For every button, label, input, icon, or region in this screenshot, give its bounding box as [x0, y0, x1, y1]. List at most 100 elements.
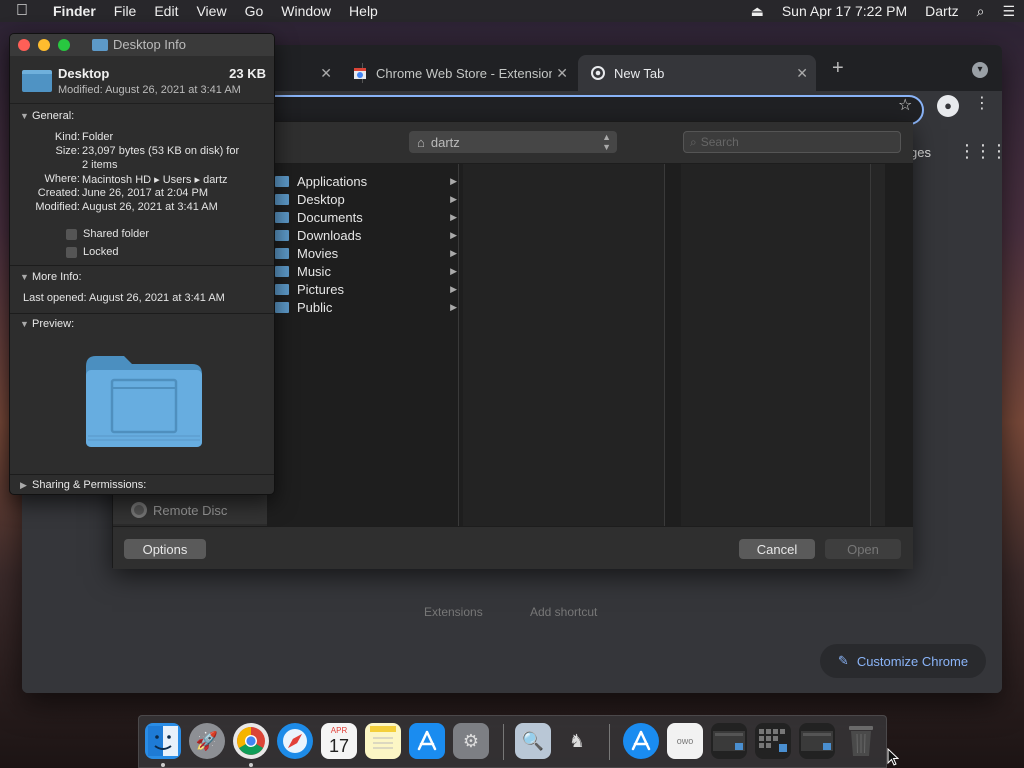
column-empty[interactable] — [463, 164, 665, 526]
menu-window[interactable]: Window — [272, 3, 340, 19]
sidebar-item-remote-disc[interactable]: Remote Disc — [131, 502, 227, 518]
folder-icon — [275, 211, 289, 223]
disclosure-down-icon: ▼ — [20, 111, 29, 121]
locked-checkbox[interactable]: Locked — [66, 246, 118, 258]
trash-icon[interactable] — [843, 723, 879, 759]
checkbox-box[interactable] — [66, 228, 77, 240]
menu-go[interactable]: Go — [236, 3, 273, 19]
menubar-user[interactable]: Dartz — [916, 3, 967, 19]
calendar-icon[interactable]: APR 17 — [321, 723, 357, 759]
list-item-music[interactable]: Music ▶ — [267, 262, 459, 280]
get-info-window: Desktop Info Desktop 23 KB Modified: Aug… — [9, 33, 275, 495]
where-label: Where: — [44, 173, 80, 185]
options-button[interactable]: Options — [124, 539, 206, 559]
section-general[interactable]: ▼ General: — [10, 107, 274, 125]
google-apps-icon[interactable]: ⋮⋮⋮ — [958, 141, 1002, 162]
eject-icon[interactable]: ⏏ — [742, 3, 773, 20]
calendar-day: 17 — [328, 736, 350, 756]
created-label: Created: — [37, 187, 80, 199]
section-more-info[interactable]: ▼ More Info: — [10, 268, 274, 286]
app-store-icon[interactable] — [409, 723, 445, 759]
list-item-documents[interactable]: Documents ▶ — [267, 208, 459, 226]
images-link[interactable]: ges — [910, 145, 931, 160]
control-center-icon[interactable]: ☰ — [993, 3, 1024, 20]
column-scrollbar[interactable] — [871, 164, 885, 526]
menu-view[interactable]: View — [187, 3, 235, 19]
section-more-info-label: More Info: — [32, 271, 82, 283]
info-summary: Desktop 23 KB Modified: August 26, 2021 … — [10, 56, 274, 104]
chrome-icon[interactable] — [233, 723, 269, 759]
chrome-menu-icon[interactable]: ⋮ — [974, 93, 990, 113]
tab-search-chevron-icon[interactable]: ▾ — [972, 62, 988, 78]
path-popup-button[interactable]: ⌂ dartz ▲ ▼ — [409, 131, 617, 153]
screenshot-thumbnail-icon[interactable] — [755, 723, 791, 759]
notes-icon[interactable] — [365, 723, 401, 759]
profile-avatar-icon[interactable]: ● — [937, 95, 959, 117]
menu-edit[interactable]: Edit — [145, 3, 187, 19]
dock: 🚀 APR 17 ⚙ 🔍 ♞ owo — [138, 715, 887, 768]
section-sharing-label: Sharing & Permissions: — [32, 479, 147, 491]
cancel-button[interactable]: Cancel — [739, 539, 815, 559]
menu-help[interactable]: Help — [340, 3, 387, 19]
customize-chrome-button[interactable]: ✎ Customize Chrome — [820, 644, 986, 678]
folder-preview-icon — [86, 356, 202, 447]
menu-finder[interactable]: Finder — [44, 3, 105, 19]
new-tab-button[interactable]: + — [832, 57, 844, 80]
system-preferences-gear-icon[interactable]: ⚙ — [453, 723, 489, 759]
mouse-pointer-icon — [887, 748, 899, 766]
section-sharing[interactable]: ▶ Sharing & Permissions: — [10, 476, 274, 494]
section-preview[interactable]: ▼ Preview: — [10, 315, 274, 333]
tab-chrome-web-store-label: Chrome Web Store - Extension — [376, 65, 552, 81]
list-item-public[interactable]: Public ▶ — [267, 298, 459, 316]
spotlight-search-icon[interactable]: ⌕ — [968, 3, 994, 20]
bookmark-star-icon[interactable]: ☆ — [898, 95, 912, 115]
locked-label: Locked — [83, 246, 119, 258]
customize-chrome-label: Customize Chrome — [856, 653, 969, 669]
owo-document-icon[interactable]: owo — [667, 723, 703, 759]
screenshot-thumbnail-icon[interactable] — [711, 723, 747, 759]
list-item-applications[interactable]: Applications ▶ — [267, 172, 459, 190]
open-button[interactable]: Open — [825, 539, 901, 559]
divider — [10, 265, 274, 266]
list-item-desktop[interactable]: Desktop ▶ — [267, 190, 459, 208]
dialog-search[interactable]: ⌕ — [683, 131, 901, 153]
close-tab-icon[interactable]: ✕ — [796, 65, 808, 82]
safari-compass-icon[interactable] — [277, 723, 313, 759]
sidebar-item-label: Remote Disc — [153, 502, 228, 518]
list-item-movies[interactable]: Movies ▶ — [267, 244, 459, 262]
close-window-button[interactable] — [18, 39, 30, 51]
preview-photos-icon[interactable]: 🔍 — [515, 723, 551, 759]
tab-chrome-web-store[interactable]: Chrome Web Store - Extension ✕ — [340, 55, 576, 91]
shared-folder-checkbox[interactable]: Shared folder — [66, 228, 149, 240]
shortcut-extensions[interactable]: Extensions — [424, 605, 483, 619]
folder-icon — [275, 229, 289, 241]
apple-menu-icon[interactable]:  — [0, 2, 44, 20]
close-tab-icon[interactable]: ✕ — [556, 65, 568, 82]
minimize-window-button[interactable] — [38, 39, 50, 51]
size-value: 23,097 bytes (53 KB on disk) for — [82, 145, 240, 157]
checkbox-box[interactable] — [66, 246, 77, 258]
shortcut-add[interactable]: Add shortcut — [530, 605, 597, 619]
app-store-installer-icon[interactable] — [623, 723, 659, 759]
zoom-window-button[interactable] — [58, 39, 70, 51]
tab-new-tab-label: New Tab — [614, 65, 665, 81]
menubar-clock[interactable]: Sun Apr 17 7:22 PM — [773, 3, 916, 19]
folder-icon — [275, 265, 289, 277]
tab-new-tab[interactable]: New Tab ✕ — [578, 55, 816, 91]
launchpad-rocket-icon[interactable]: 🚀 — [189, 723, 225, 759]
menu-file[interactable]: File — [105, 3, 146, 19]
size-value-items: 2 items — [82, 159, 118, 171]
list-item-pictures[interactable]: Pictures ▶ — [267, 280, 459, 298]
column-dartz[interactable]: Applications ▶ Desktop ▶ Documents ▶ Dow… — [267, 164, 459, 526]
list-item-downloads[interactable]: Downloads ▶ — [267, 226, 459, 244]
divider — [10, 474, 274, 475]
column-empty[interactable] — [681, 164, 871, 526]
section-general-label: General: — [32, 110, 75, 122]
dialog-search-input[interactable] — [700, 135, 881, 149]
screenshot-thumbnail-icon[interactable] — [799, 723, 835, 759]
chevron-right-icon: ▶ — [450, 229, 457, 240]
chess-knight-icon[interactable]: ♞ — [559, 723, 595, 759]
size-label: Size: — [55, 145, 80, 157]
close-tab-icon[interactable]: ✕ — [320, 65, 332, 82]
finder-icon[interactable] — [145, 723, 181, 759]
